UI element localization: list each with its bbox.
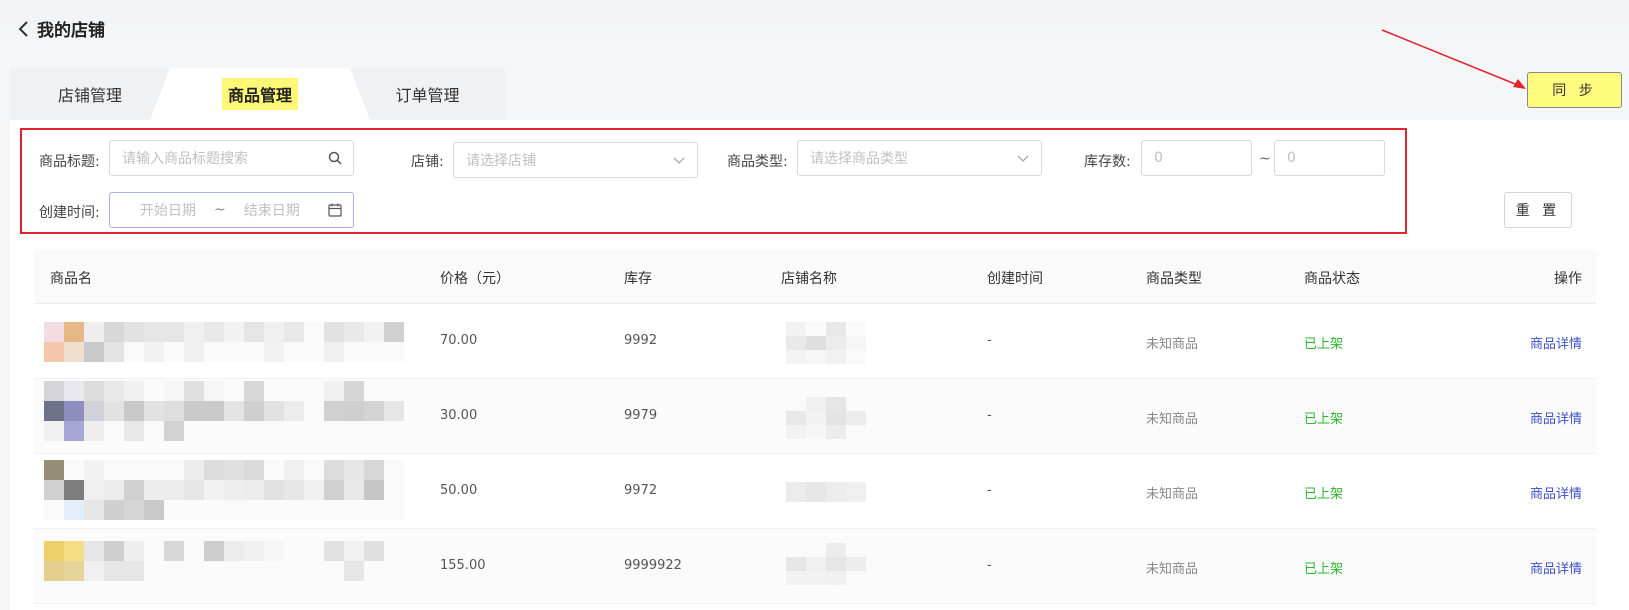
stock: 9972 — [624, 483, 658, 498]
tab-order-management[interactable]: 订单管理 — [350, 68, 505, 120]
store-name-pixelated — [786, 322, 866, 364]
tab-label: 店铺管理 — [57, 86, 122, 105]
created-time: - — [987, 558, 992, 573]
product-type: 未知商品 — [1146, 487, 1199, 502]
status-badge: 已上架 — [1304, 562, 1344, 577]
tab-label: 商品管理 — [221, 78, 298, 110]
status-badge: 已上架 — [1304, 337, 1344, 352]
status-badge: 已上架 — [1304, 412, 1344, 427]
start-date-placeholder: 开始日期 — [140, 203, 196, 219]
created-time: - — [987, 483, 992, 498]
product-detail-link[interactable]: 商品详情 — [1530, 333, 1582, 352]
product-image-pixelated — [44, 541, 404, 581]
stock-max-input[interactable]: 0 — [1274, 140, 1385, 176]
reset-button[interactable]: 重 置 — [1504, 192, 1572, 228]
product-title-search-input[interactable]: 请输入商品标题搜索 — [109, 140, 354, 176]
price: 70.00 — [440, 333, 478, 348]
sync-button[interactable]: 同 步 — [1527, 72, 1622, 108]
stock-min-input[interactable]: 0 — [1141, 140, 1252, 176]
column-header-product-type: 商品类型 — [1146, 271, 1202, 287]
product-type-select[interactable]: 请选择商品类型 — [797, 140, 1042, 176]
stock: 9992 — [624, 333, 658, 348]
range-separator: ~ — [214, 202, 226, 218]
created-time-label: 创建时间: — [39, 205, 100, 221]
store-label: 店铺: — [411, 154, 444, 170]
column-header-created-time: 创建时间 — [987, 271, 1043, 287]
tab-product-management[interactable]: 商品管理 — [170, 68, 350, 120]
stock-max-value: 0 — [1287, 150, 1296, 166]
column-header-product-name: 商品名 — [50, 271, 92, 287]
placeholder: 请选择商品类型 — [810, 151, 908, 167]
price: 50.00 — [440, 483, 478, 498]
price: 155.00 — [440, 558, 486, 573]
table-row: 50.00 9972 - 未知商品 已上架 商品详情 — [34, 454, 1596, 529]
search-icon[interactable] — [327, 150, 343, 166]
chevron-down-icon — [1017, 155, 1029, 162]
column-header-actions: 操作 — [1554, 271, 1582, 287]
chevron-down-icon — [673, 157, 685, 164]
created-time: - — [987, 333, 992, 348]
range-separator: ~ — [1259, 151, 1271, 167]
product-image-pixelated — [44, 460, 404, 520]
table-row: 155.00 9999922 - 未知商品 已上架 商品详情 — [34, 529, 1596, 604]
column-header-store-name: 店铺名称 — [781, 271, 837, 287]
price: 30.00 — [440, 408, 478, 423]
back-arrow-icon[interactable] — [16, 18, 32, 40]
created-time: - — [987, 408, 992, 423]
product-type: 未知商品 — [1146, 337, 1199, 352]
product-detail-link[interactable]: 商品详情 — [1530, 408, 1582, 427]
column-header-product-status: 商品状态 — [1304, 271, 1360, 287]
tab-store-management[interactable]: 店铺管理 — [10, 68, 170, 120]
store-name-pixelated — [786, 543, 866, 585]
created-date-range-picker[interactable]: 开始日期 ~ 结束日期 — [109, 192, 354, 228]
stock: 9999922 — [624, 558, 682, 573]
product-image-pixelated — [44, 381, 404, 441]
product-type: 未知商品 — [1146, 412, 1199, 427]
tab-label: 订单管理 — [395, 86, 460, 105]
end-date-placeholder: 结束日期 — [243, 203, 300, 219]
page-title: 我的店铺 — [37, 21, 105, 41]
table-header: 商品名 价格（元） 库存 店铺名称 创建时间 商品类型 商品状态 操作 — [34, 250, 1596, 304]
product-title-label: 商品标题: — [39, 154, 100, 170]
stock-label: 库存数: — [1084, 154, 1131, 170]
store-name-pixelated — [786, 397, 866, 439]
store-select[interactable]: 请选择店铺 — [453, 142, 698, 178]
stock-min-value: 0 — [1154, 150, 1163, 166]
product-image-pixelated — [44, 322, 404, 362]
calendar-icon — [328, 203, 342, 217]
product-detail-link[interactable]: 商品详情 — [1530, 483, 1582, 502]
product-detail-link[interactable]: 商品详情 — [1530, 558, 1582, 577]
product-type: 未知商品 — [1146, 562, 1199, 577]
product-type-label: 商品类型: — [727, 154, 788, 170]
placeholder: 请选择店铺 — [466, 153, 536, 169]
table-row: 70.00 9992 - 未知商品 已上架 商品详情 — [34, 304, 1596, 379]
table-row: 30.00 9979 - 未知商品 已上架 商品详情 — [34, 379, 1596, 454]
placeholder: 请输入商品标题搜索 — [122, 151, 248, 167]
stock: 9979 — [624, 408, 658, 423]
annotation-arrow — [1381, 29, 1526, 89]
column-header-stock: 库存 — [624, 271, 652, 287]
store-name-pixelated — [786, 482, 866, 502]
status-badge: 已上架 — [1304, 487, 1344, 502]
column-header-price: 价格（元） — [440, 271, 510, 287]
